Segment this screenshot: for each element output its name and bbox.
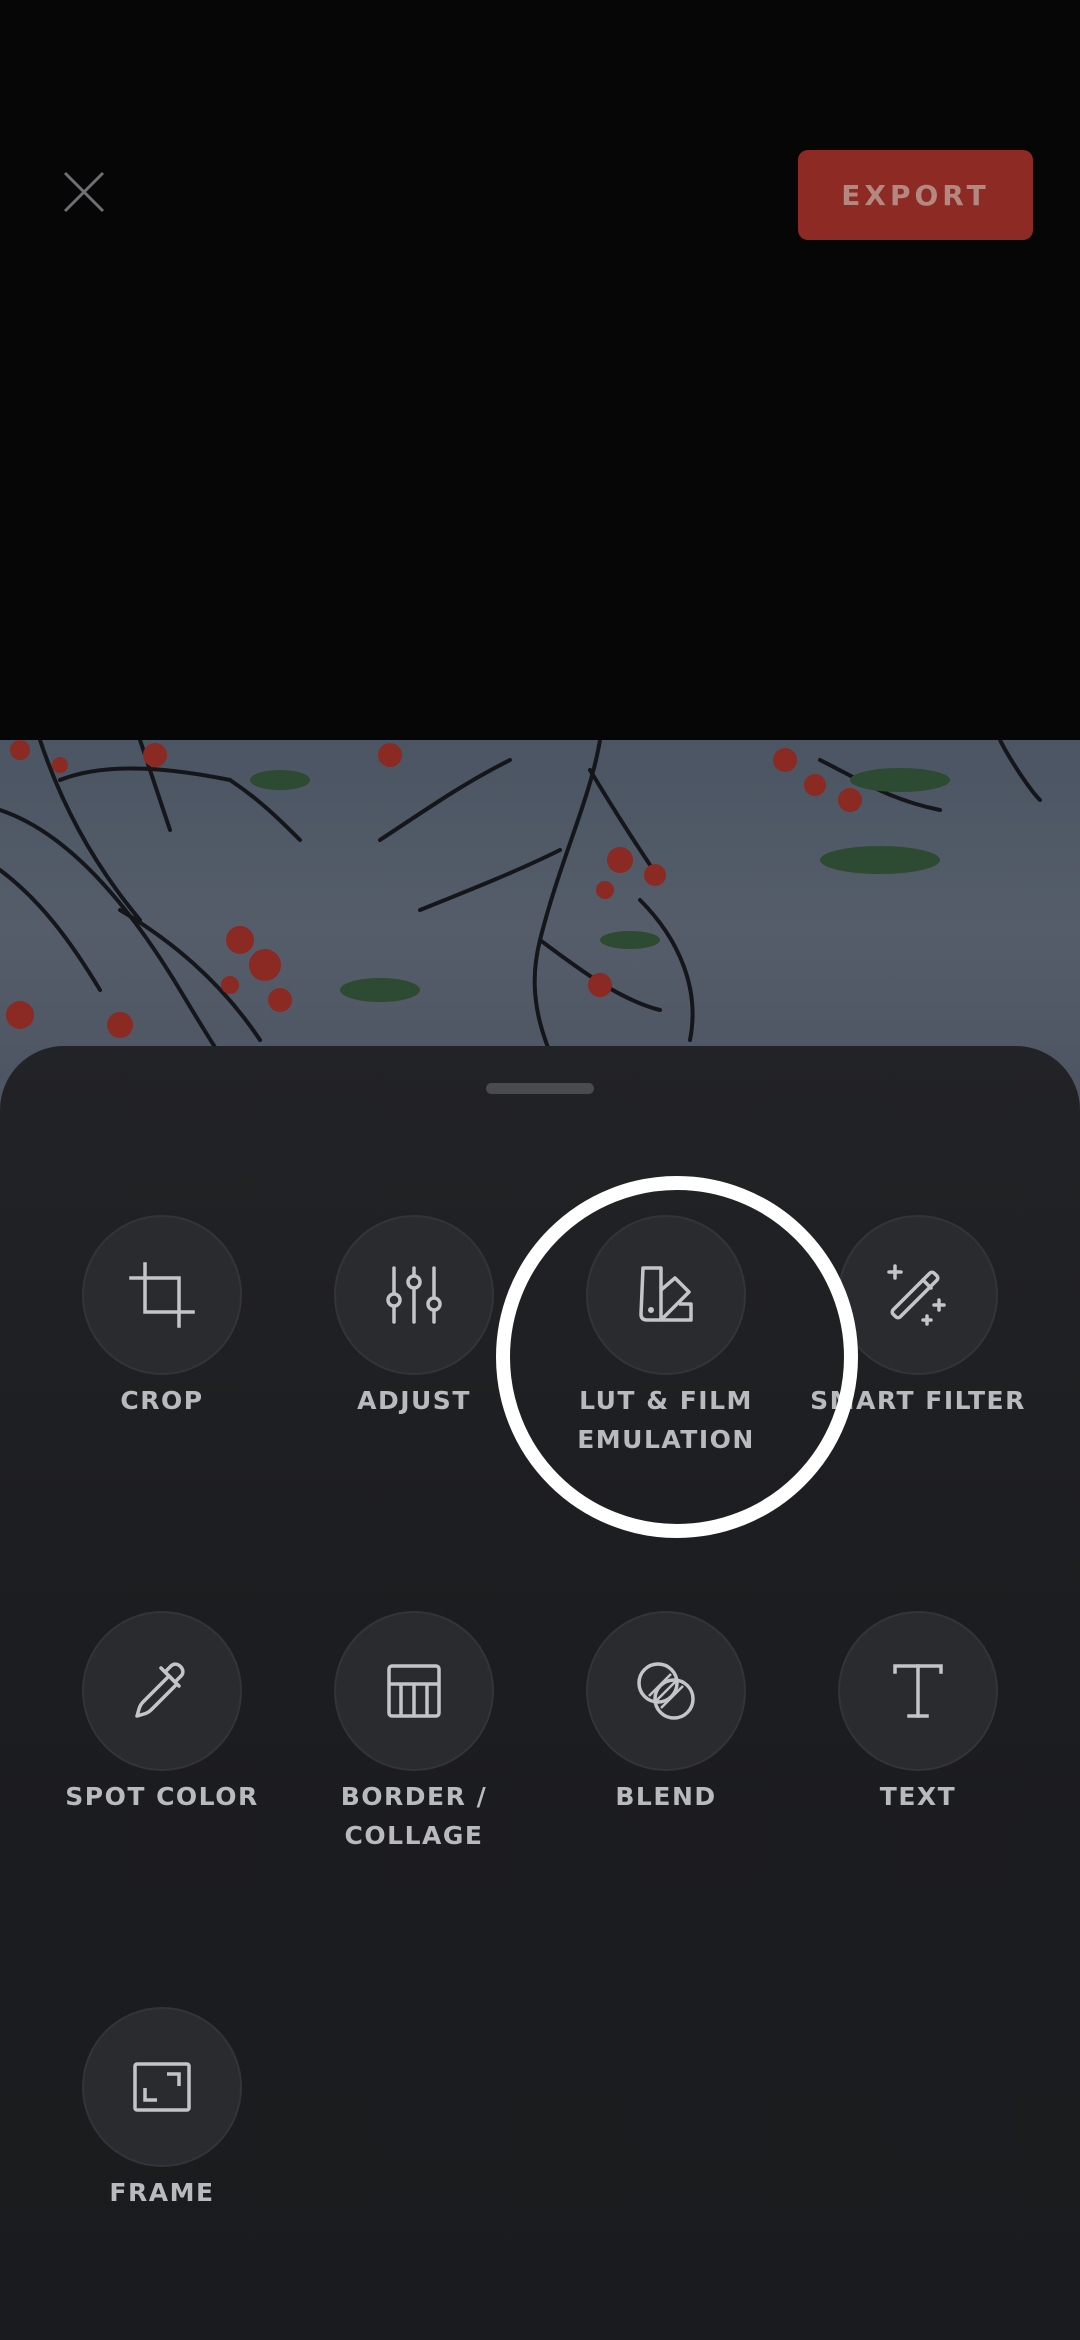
eyedropper-icon (135, 1662, 185, 1718)
sheet-drag-handle[interactable] (486, 1083, 594, 1094)
tool-blend[interactable]: BLEND (540, 1611, 792, 1911)
close-icon (63, 171, 105, 213)
tool-lut-circle (586, 1215, 746, 1375)
tool-border-collage-circle (334, 1611, 494, 1771)
blend-circles-icon (637, 1662, 695, 1720)
tool-label: ADJUST (357, 1386, 471, 1415)
tool-border-collage[interactable]: BORDER / COLLAGE (288, 1611, 540, 1911)
tool-crop-circle (82, 1215, 242, 1375)
tool-label: FRAME (109, 2178, 215, 2207)
tool-label: BLEND (615, 1782, 717, 1811)
tool-adjust[interactable]: ADJUST (288, 1215, 540, 1515)
sliders-icon (386, 1266, 442, 1324)
export-button[interactable]: EXPORT (798, 150, 1033, 240)
tool-smart-filter[interactable]: SMART FILTER (792, 1215, 1044, 1515)
tool-lut-film-emulation[interactable]: LUT & FILM EMULATION (540, 1215, 792, 1515)
tool-label: LUT & FILM EMULATION (577, 1386, 755, 1454)
tool-label: CROP (120, 1386, 204, 1415)
tool-text[interactable]: TEXT (792, 1611, 1044, 1911)
tool-adjust-circle (334, 1215, 494, 1375)
tool-spot-color[interactable]: SPOT COLOR (36, 1611, 288, 1911)
close-button[interactable] (52, 160, 116, 224)
swatch-book-icon (639, 1266, 693, 1322)
tool-label: SMART FILTER (810, 1386, 1026, 1415)
tool-blend-circle (586, 1611, 746, 1771)
tool-crop[interactable]: CROP (36, 1215, 288, 1515)
top-bar: EXPORT (0, 0, 1080, 260)
tool-smart-filter-circle (838, 1215, 998, 1375)
tool-label: TEXT (879, 1782, 957, 1811)
tool-frame-circle (82, 2007, 242, 2167)
text-icon (893, 1664, 943, 1718)
frame-icon (133, 2062, 191, 2112)
tool-label: SPOT COLOR (65, 1782, 259, 1811)
tool-spot-color-circle (82, 1611, 242, 1771)
magic-wand-icon (887, 1264, 946, 1326)
tool-frame[interactable]: FRAME (36, 2007, 288, 2307)
crop-icon (129, 1262, 195, 1328)
border-grid-icon (387, 1664, 441, 1718)
tool-text-circle (838, 1611, 998, 1771)
tool-label: BORDER / COLLAGE (340, 1782, 488, 1850)
editor-screen: EXPORT CROP ADJUST LUT & FILM EMULATION … (0, 0, 1080, 2340)
